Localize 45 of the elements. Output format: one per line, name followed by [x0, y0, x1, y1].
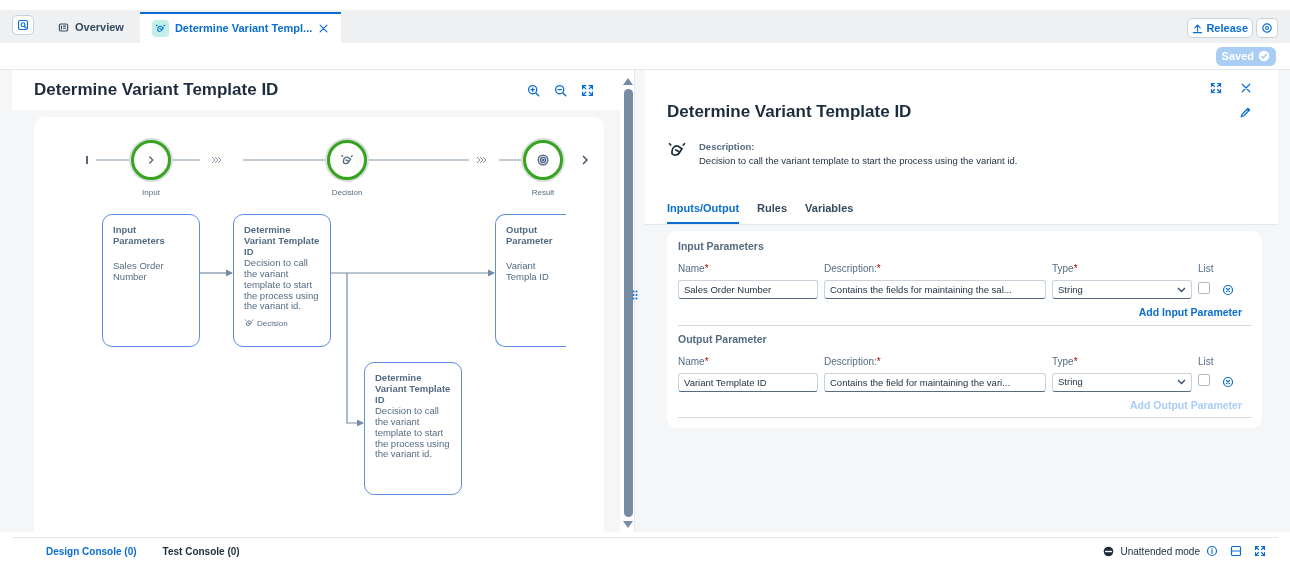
release-button[interactable]: Release [1187, 18, 1253, 38]
section-title: Output Parameter [678, 331, 768, 347]
card-text: Decision to call the variant template to start the process using the variant id. [244, 257, 320, 313]
column-label: List [1198, 263, 1214, 275]
column-label: Type* [1052, 355, 1078, 367]
detail-title: Determine Variant Template ID [667, 102, 912, 123]
detail-tab[interactable]: Rules [757, 195, 788, 225]
flow-card[interactable]: Determine Variant Template ID Decision to call the variant template to start the process using the variant id. [364, 362, 462, 495]
description-field[interactable]: Contains the field for maintaining the vari... [824, 372, 1046, 392]
section-title: Input Parameters [678, 239, 765, 255]
console-tab[interactable]: Test Console (0) [162, 543, 240, 559]
column-label: Name* [678, 355, 709, 367]
console-tab[interactable]: Design Console (0) [46, 543, 137, 559]
type-dropdown[interactable]: String [1052, 280, 1192, 300]
editor-tab[interactable]: Determine Variant Templ... [139, 12, 342, 43]
column-label: Description:* [824, 263, 881, 275]
editor-tab[interactable]: Overview [46, 12, 136, 43]
description-field[interactable]: Contains the fields for maintaining the sal... [824, 280, 1046, 300]
description-label: Description: [699, 140, 756, 155]
name-field[interactable]: Variant Template ID [678, 372, 818, 392]
name-field[interactable]: Sales Order Number [678, 280, 818, 300]
card-title: Input Parameters [113, 225, 166, 247]
description-text: Decision to call the variant template to start the process using the variant id. [699, 154, 1018, 168]
card-title: Output Parameter [506, 225, 554, 247]
mode-label: Unattended mode [1120, 544, 1200, 559]
column-label: List [1198, 355, 1214, 367]
type-dropdown[interactable]: String [1052, 372, 1192, 392]
flow-card[interactable]: Determine Variant Template ID Decision to call the variant template to start the process using the variant id. Decision [233, 214, 331, 347]
step-label: Input [142, 188, 160, 197]
column-label: Name* [678, 263, 709, 275]
card-text: Decision to call the variant template to start the process using the variant id. [375, 405, 451, 461]
detail-tab[interactable]: Variables [805, 195, 854, 225]
flow-card[interactable]: Input Parameters Sales Order Number [102, 214, 200, 347]
card-text: Variant Templa ID [506, 260, 550, 283]
card-text: Sales Order Number [113, 260, 165, 283]
add-parameter-link[interactable]: Add Input Parameter [678, 305, 1252, 321]
column-label: Description:* [824, 355, 881, 367]
flow-card[interactable]: Output Parameter Variant Templa ID [495, 214, 566, 347]
column-label: Type* [1052, 263, 1078, 275]
step-label: Result [531, 188, 555, 197]
card-title: Determine Variant Template ID [244, 225, 320, 258]
editor-title: Determine Variant Template ID [34, 79, 279, 101]
step-label: Decision [331, 188, 363, 197]
card-footer: Decision [257, 318, 288, 328]
card-title: Determine Variant Template ID [375, 373, 451, 406]
